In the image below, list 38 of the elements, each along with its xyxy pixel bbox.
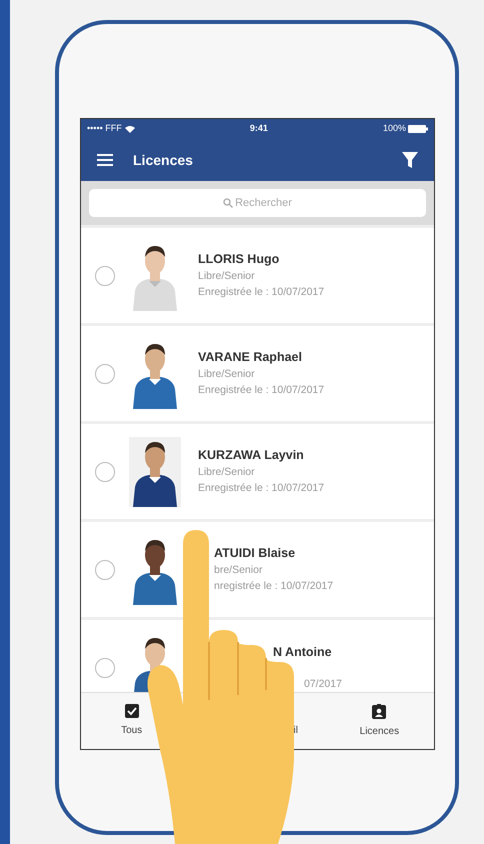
tab-button[interactable]: Licences <box>360 704 400 738</box>
registration-date: Enregistrée le : 10/07/2017 <box>198 382 324 398</box>
carrier-text: ••••• FFF <box>87 122 122 136</box>
licence-row[interactable]: VARANE Raphael Libre/Senior Enregistrée le : 10/07/2017 <box>81 326 434 421</box>
licence-category: Libre/Senior <box>198 367 256 382</box>
filter-icon[interactable] <box>402 152 418 168</box>
licence-row[interactable]: KURZAWA Layvin Libre/Senior Enregistrée le : 10/07/2017 <box>81 424 434 519</box>
tab-button[interactable]: il <box>294 704 298 738</box>
registration-date: Enregistrée le : 10/07/2017 <box>198 284 324 300</box>
registration-date: nregistrée le : 10/07/2017 <box>213 578 334 594</box>
radio-button[interactable] <box>95 364 115 384</box>
licence-row[interactable]: LLORIS Hugo Libre/Senior Enregistrée le : 10/07/2017 <box>81 228 434 323</box>
registration-date: Enregistrée le : 10/07/2017 <box>198 480 324 496</box>
player-name: N Antoine <box>272 644 333 661</box>
battery-text: 100% <box>382 122 406 136</box>
player-name: VARANE Raphael <box>198 349 303 366</box>
id-badge-icon <box>372 704 386 718</box>
clock-text: 9:41 <box>250 122 268 136</box>
search-field[interactable]: Rechercher <box>89 189 426 217</box>
header-title: Licences <box>133 150 193 170</box>
tab-button[interactable]: Tous <box>121 704 142 738</box>
player-name: ATUIDI Blaise <box>213 545 296 562</box>
licence-category: Libre/Senior <box>198 269 256 284</box>
player-name: LLORIS Hugo <box>198 251 280 268</box>
radio-button[interactable] <box>95 266 115 286</box>
licence-row[interactable]: ATUIDI Blaise bre/Senior nregistrée le : 10/07/2017 <box>81 522 434 617</box>
radio-button[interactable] <box>95 658 115 678</box>
radio-button[interactable] <box>95 560 115 580</box>
checkbox-icon <box>124 704 139 718</box>
player-name: KURZAWA Layvin <box>198 447 305 464</box>
registration-date: 07/2017 <box>303 676 342 692</box>
search-icon <box>223 198 233 208</box>
licence-category: bre/Senior <box>213 563 264 578</box>
licence-category: Libre/Senior <box>198 465 256 480</box>
menu-icon[interactable] <box>97 154 113 166</box>
radio-button[interactable] <box>95 462 115 482</box>
battery-icon <box>408 125 428 133</box>
wifi-icon <box>124 125 135 133</box>
